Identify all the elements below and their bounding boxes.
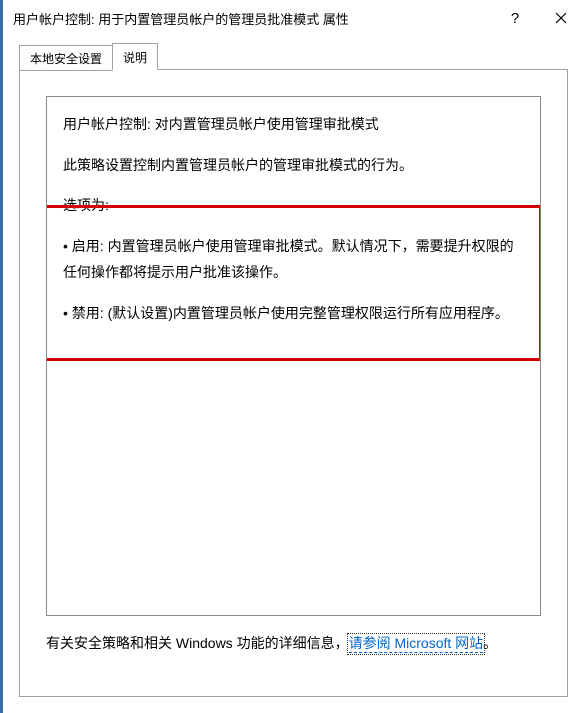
tab-local-security[interactable]: 本地安全设置 bbox=[19, 45, 113, 71]
description-textbox[interactable]: 用户帐户控制: 对内置管理员帐户使用管理审批模式 此策略设置控制内置管理员帐户的… bbox=[46, 96, 541, 616]
footer-suffix: 。 bbox=[483, 635, 497, 651]
tab-panel-explain: 用户帐户控制: 对内置管理员帐户使用管理审批模式 此策略设置控制内置管理员帐户的… bbox=[19, 69, 568, 697]
footer-prefix: 有关安全策略和相关 Windows 功能的详细信息， bbox=[46, 635, 349, 651]
close-button[interactable] bbox=[538, 2, 584, 34]
tab-label: 说明 bbox=[123, 51, 147, 65]
desc-heading: 用户帐户控制: 对内置管理员帐户使用管理审批模式 bbox=[63, 111, 524, 138]
properties-dialog: 用户帐户控制: 用于内置管理员帐户的管理员批准模式 属性 ? 本地安全设置 说明… bbox=[3, 0, 584, 713]
tab-label: 本地安全设置 bbox=[30, 52, 102, 66]
desc-option-enable: • 启用: 内置管理员帐户使用管理审批模式。默认情况下，需要提升权限的任何操作都… bbox=[63, 233, 524, 286]
desc-intro: 此策略设置控制内置管理员帐户的管理审批模式的行为。 bbox=[63, 152, 524, 179]
titlebar: 用户帐户控制: 用于内置管理员帐户的管理员批准模式 属性 ? bbox=[3, 0, 584, 36]
close-icon bbox=[555, 12, 567, 24]
tab-explain[interactable]: 说明 bbox=[112, 43, 158, 70]
microsoft-link[interactable]: 请参阅 Microsoft 网站 bbox=[349, 635, 484, 653]
help-button[interactable]: ? bbox=[492, 2, 538, 34]
desc-options-label: 选项为: bbox=[63, 192, 524, 219]
client-area: 本地安全设置 说明 用户帐户控制: 对内置管理员帐户使用管理审批模式 此策略设置… bbox=[3, 36, 584, 713]
window-title: 用户帐户控制: 用于内置管理员帐户的管理员批准模式 属性 bbox=[13, 9, 492, 28]
tab-strip: 本地安全设置 说明 bbox=[19, 46, 568, 70]
desc-option-disable: • 禁用: (默认设置)内置管理员帐户使用完整管理权限运行所有应用程序。 bbox=[63, 300, 524, 327]
footer-text: 有关安全策略和相关 Windows 功能的详细信息，请参阅 Microsoft … bbox=[46, 632, 541, 656]
